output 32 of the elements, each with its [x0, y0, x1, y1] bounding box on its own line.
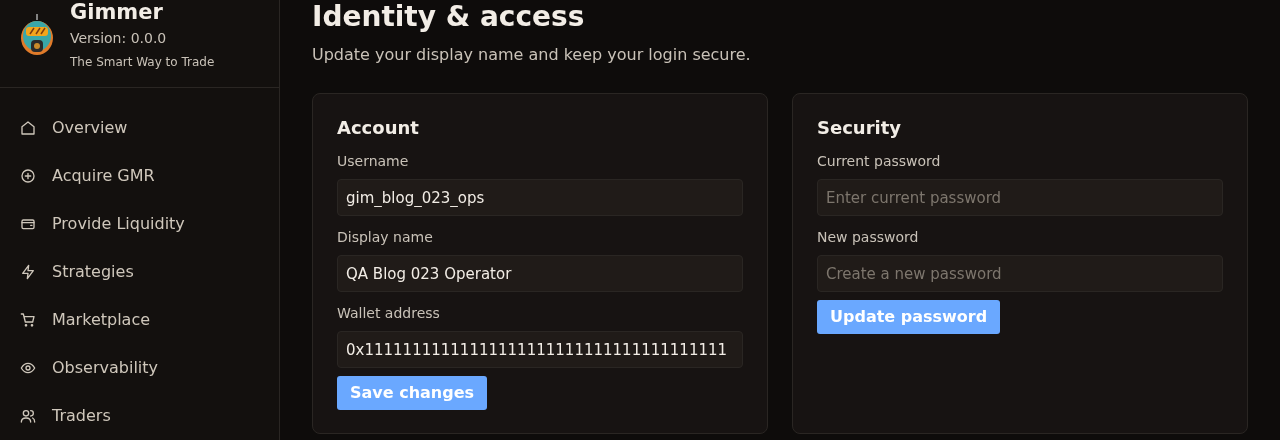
plus-circle-icon: [20, 168, 36, 184]
card-title: Account: [337, 116, 420, 140]
nav-item[interactable]: Overview: [0, 104, 279, 152]
input-field[interactable]: 0x11111111111111111111111111111111111111: [337, 331, 743, 368]
brand-name: Gimmer: [70, 0, 164, 24]
cart-icon: [20, 312, 36, 328]
nav-item[interactable]: Acquire GMR: [0, 152, 279, 200]
robot-logo: [20, 12, 54, 56]
nav-item[interactable]: Provide Liquidity: [0, 200, 279, 248]
field-label: New password: [817, 228, 920, 246]
field-label: Username: [337, 152, 410, 170]
home-icon: [20, 120, 36, 136]
input-field[interactable]: gim_blog_023_ops: [337, 179, 743, 216]
nav-item[interactable]: Observability: [0, 344, 279, 392]
card-title: Security: [817, 116, 903, 140]
eye-icon: [20, 360, 36, 376]
field-label: Display name: [337, 228, 434, 246]
page-title: Identity & access: [312, 0, 586, 34]
input-field[interactable]: Create a new password: [817, 255, 1223, 292]
nav-item[interactable]: Marketplace: [0, 296, 279, 344]
field-label: Current password: [817, 152, 942, 170]
input-field[interactable]: QA Blog 023 Operator: [337, 255, 743, 292]
field-label: Wallet address: [337, 304, 441, 322]
lightning-icon: [20, 264, 36, 280]
wallet-icon: [20, 216, 36, 232]
nav-item[interactable]: Traders: [0, 392, 279, 440]
page-subtitle: Update your display name and keep your login secure.: [312, 44, 752, 66]
users-icon: [20, 408, 36, 424]
nav-item[interactable]: Strategies: [0, 248, 279, 296]
tagline: The Smart Way to Trade: [70, 54, 215, 71]
version-label: Version: 0.0.0: [70, 29, 168, 48]
input-field[interactable]: Enter current password: [817, 179, 1223, 216]
